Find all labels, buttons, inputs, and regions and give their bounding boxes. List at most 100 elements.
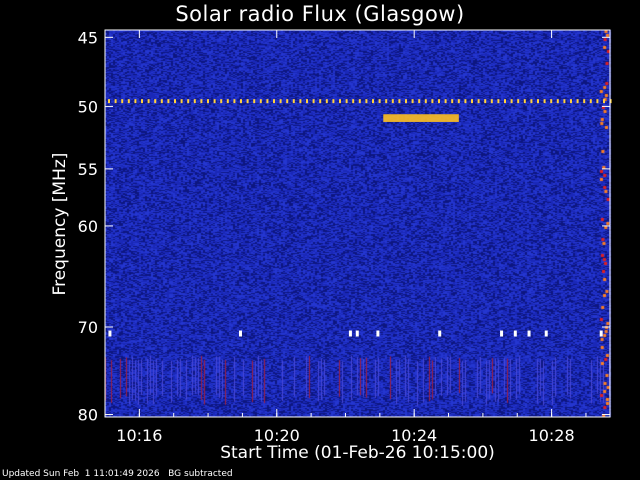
interference-dot [279,99,282,104]
interference-dot [121,99,124,104]
interference-dot [246,99,249,104]
y-tick-label: 45 [78,28,98,47]
interference-dot [589,99,592,104]
interference-dot [517,99,520,104]
interference-dot [233,99,236,104]
interference-dot [200,99,203,104]
interference-dot [510,99,513,104]
interference-dot [306,99,308,104]
interference-dot [418,99,421,104]
interference-dot [523,99,526,104]
interference-dot [372,99,374,104]
interference-dot [220,99,223,104]
interference-dot [226,99,229,104]
interference-dot [174,99,176,104]
interference-dot [238,330,242,337]
interference-dot [325,99,328,104]
interference-dot [240,99,242,104]
interference-dot [180,99,183,104]
interference-dot [438,330,442,337]
interference-dot [345,99,348,104]
interference-dot [544,330,548,337]
interference-dot [352,99,355,104]
interference-dot [160,99,163,104]
interference-dot [108,99,110,104]
interference-dot [348,330,352,337]
interference-dot [299,99,302,104]
interference-dot [576,99,579,104]
interference-dot [332,99,335,104]
interference-dot [319,99,322,104]
y-tick-label: 70 [78,318,98,337]
interference-dot [167,99,170,104]
interference-dot [405,99,407,104]
interference-dot [127,99,130,104]
interference-dot [253,99,256,104]
interference-dot [464,99,467,104]
interference-dot [583,99,586,104]
interference-dot [497,99,500,104]
interference-dot [154,99,157,104]
interference-dot [570,99,572,104]
interference-dot [513,330,517,337]
y-tick-label: 80 [78,406,98,425]
interference-dot [530,99,533,104]
y-tick-label: 50 [78,97,98,116]
interference-dot [556,99,559,104]
interference-dot [365,99,368,104]
interference-dot [187,99,190,104]
interference-dot [504,99,506,104]
interference-dot [312,99,315,104]
interference-dot [286,99,289,104]
y-axis-label: Frequency [MHz] [50,152,70,296]
interference-dot [599,330,603,337]
interference-dot [141,99,143,104]
interference-dot [537,99,539,104]
interference-dot [114,99,117,104]
interference-dot [527,330,531,337]
interference-dot [563,99,566,104]
interference-dot [596,99,599,104]
interference-dot [292,99,295,104]
interference-dot [266,99,269,104]
chart-axes: 45505560708010:16 10:20 10:24 10:28 [78,28,612,445]
interference-dot [484,99,487,104]
interference-dot [550,99,553,104]
interference-dot [438,99,440,104]
interference-dot [339,99,341,104]
interference-dot [376,330,380,337]
interference-dot [424,99,427,104]
interference-dot [213,99,216,104]
y-tick-label: 55 [78,160,98,179]
interference-dot [134,99,137,104]
interference-dot [411,99,414,104]
interference-dot [193,99,196,104]
interference-dot [490,99,493,104]
interference-dot [457,99,460,104]
update-footer: Updated Sun Feb 1 11:01:49 2026 BG subtr… [2,469,233,479]
interference-dot [471,99,473,104]
interference-dot [398,99,401,104]
interference-dot [147,99,150,104]
x-axis-label: Start Time (01-Feb-26 10:15:00) [220,443,495,463]
interference-dot [543,99,546,104]
plot-frame [104,29,611,418]
y-tick-label: 60 [78,217,98,236]
interference-dot [391,99,394,104]
interference-dot [385,99,388,104]
interference-dot [444,99,447,104]
interference-dot [355,330,359,337]
interference-dot [500,330,504,337]
interference-dot [451,99,454,104]
interference-dot [108,330,112,337]
interference-dot [358,99,361,104]
interference-dot [431,99,434,104]
interference-dot [273,99,275,104]
interference-dot [259,99,262,104]
interference-dot [207,99,209,104]
chart-title: Solar radio Flux (Glasgow) [175,2,465,26]
interference-dot [477,99,480,104]
interference-dot [378,99,381,104]
interference-dot [603,99,605,104]
radio-burst [383,114,459,122]
